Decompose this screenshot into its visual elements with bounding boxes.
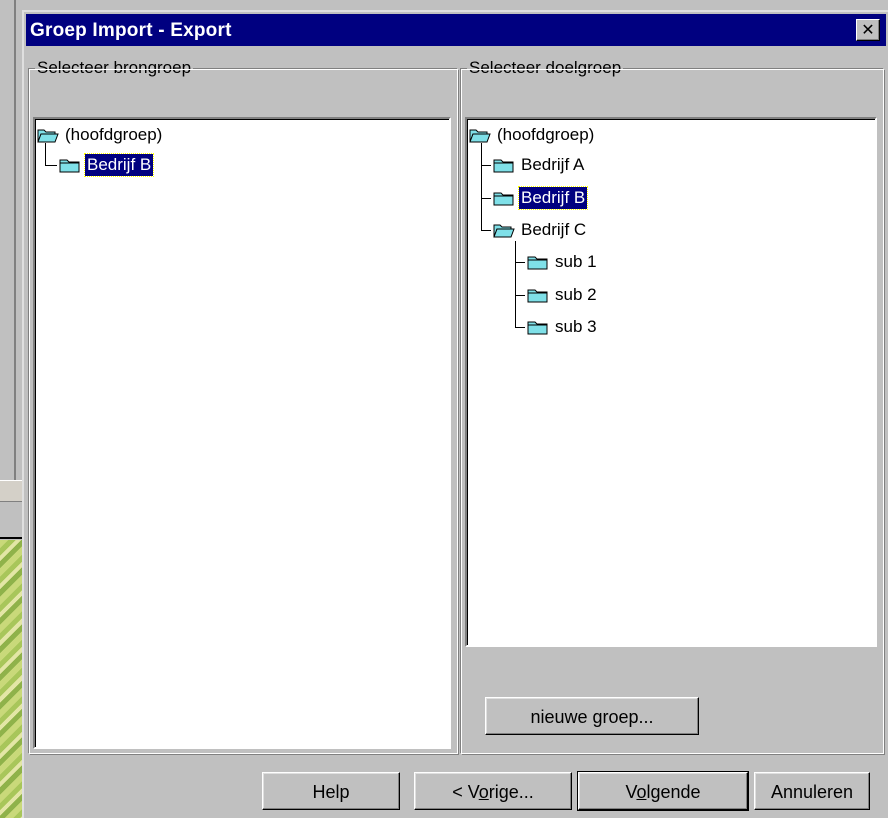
background-panel-edge [0,0,16,480]
previous-label-a: < V [452,782,479,802]
folder-open-icon [493,224,515,238]
tree-connector [481,165,491,166]
previous-button[interactable]: < Vorige... [414,772,572,810]
target-root-label: (hoofdgroep) [497,125,595,144]
previous-label-b: rige... [488,782,534,802]
tree-connector [515,295,525,296]
tree-connector [515,262,525,263]
tree-connector [481,143,482,231]
source-root-label: (hoofdgroep) [65,125,163,144]
dialog-title: Groep Import - Export [30,20,232,41]
target-tree[interactable]: (hoofdgroep) Bedrijf A Bedrijf B Bedrijf… [465,117,877,647]
tree-connector [481,230,491,231]
source-tree-root[interactable]: (hoofdgroep) [37,123,164,147]
source-tree-item[interactable]: Bedrijf B [59,153,155,177]
target-tree-item[interactable]: sub 3 [527,315,599,339]
source-groupbox: Selecteer brongroep (hoofdgroep) Bedrijf… [28,58,459,755]
title-bar[interactable]: Groep Import - Export ✕ [26,14,886,46]
source-legend: Selecteer brongroep [35,58,194,78]
cancel-button[interactable]: Annuleren [754,772,870,810]
help-button[interactable]: Help [262,772,400,810]
folder-closed-icon [527,289,548,303]
tree-connector [45,143,46,165]
folder-open-icon [37,129,59,143]
target-item-label: Bedrijf B [517,186,589,210]
target-item-label: sub 3 [555,317,597,336]
target-item-label: Bedrijf A [521,155,585,174]
folder-closed-icon [493,192,514,206]
target-item-label: sub 2 [555,285,597,304]
background-app [0,0,22,818]
folder-closed-icon [527,256,548,270]
target-item-label: Bedrijf C [521,220,587,239]
target-tree-item[interactable]: Bedrijf C [493,218,588,242]
tree-connector [481,198,491,199]
target-legend: Selecteer doelgroep [467,58,624,78]
source-item-label: Bedrijf B [83,153,155,177]
tree-connector [45,165,57,166]
previous-label-accel: o [478,782,489,802]
background-toolbar-2 [0,505,22,539]
folder-closed-icon [493,159,514,173]
target-tree-item[interactable]: sub 1 [527,250,599,274]
target-tree-root[interactable]: (hoofdgroep) [469,123,596,147]
next-button[interactable]: Volgende [577,771,749,811]
source-tree[interactable]: (hoofdgroep) Bedrijf B [33,117,451,749]
close-icon: ✕ [861,20,875,39]
next-label-b: lgende [646,782,701,802]
folder-open-icon [469,129,491,143]
target-tree-item[interactable]: Bedrijf B [493,186,589,210]
folder-closed-icon [59,159,80,173]
background-toolbar [0,480,22,502]
tree-connector [515,241,516,327]
group-import-export-dialog: Groep Import - Export ✕ Selecteer brongr… [22,10,888,818]
new-group-button[interactable]: nieuwe groep... [485,697,699,735]
target-item-label: sub 1 [555,252,597,271]
next-label-a: V [625,782,637,802]
target-tree-item[interactable]: sub 2 [527,283,599,307]
target-groupbox: Selecteer doelgroep (hoofdgroep) Bedrijf… [460,58,885,755]
tree-connector [515,327,525,328]
close-button[interactable]: ✕ [856,19,880,41]
folder-closed-icon [527,321,548,335]
target-tree-item[interactable]: Bedrijf A [493,153,586,177]
background-wallpaper [0,540,22,818]
next-label-accel: o [636,782,647,802]
